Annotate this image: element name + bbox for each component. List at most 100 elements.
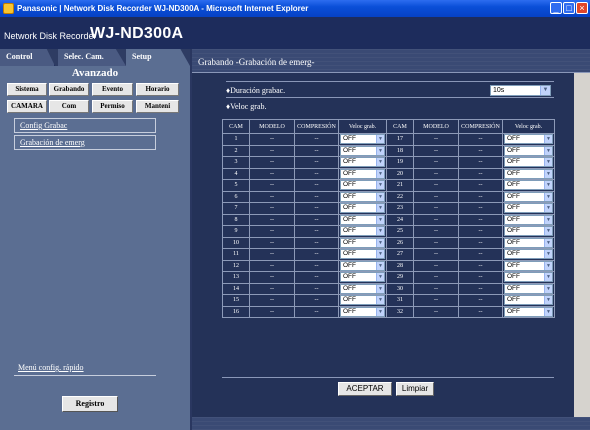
- quick-setup-link[interactable]: Menú config. rápido: [18, 363, 84, 372]
- rate-select[interactable]: OFF ▼: [504, 260, 553, 271]
- rate-select[interactable]: OFF ▼: [340, 168, 385, 179]
- rate-select[interactable]: OFF ▼: [504, 180, 553, 191]
- rate-select[interactable]: OFF ▼: [340, 214, 385, 225]
- rate-select[interactable]: OFF ▼: [340, 295, 385, 306]
- rate-select[interactable]: OFF ▼: [504, 283, 553, 294]
- rate-select[interactable]: OFF ▼: [504, 306, 553, 317]
- nav-button-camara[interactable]: CAMARA: [7, 100, 47, 113]
- clear-button[interactable]: Limpiar: [396, 382, 434, 396]
- rate-select[interactable]: OFF ▼: [340, 157, 385, 168]
- rate-value: OFF: [343, 169, 356, 177]
- rate-value: OFF: [507, 135, 520, 143]
- compression-cell: --: [294, 294, 339, 307]
- chevron-down-icon: ▼: [544, 169, 552, 178]
- nav-button-permiso[interactable]: Permiso: [92, 100, 133, 113]
- rate-cell: OFF ▼: [338, 225, 387, 238]
- nav-button-sistema[interactable]: Sistema: [7, 83, 47, 96]
- rate-select[interactable]: OFF ▼: [504, 168, 553, 179]
- submenu-config-grabac[interactable]: Config Grabac: [14, 118, 156, 133]
- rate-value: OFF: [343, 227, 356, 235]
- chevron-down-icon: ▼: [376, 284, 384, 293]
- accept-button[interactable]: ACEPTAR: [338, 382, 392, 396]
- nav-button-grabando[interactable]: Grabando: [49, 83, 89, 96]
- rate-cell: OFF ▼: [502, 202, 555, 215]
- window-title-bar: Panasonic | Network Disk Recorder WJ-ND3…: [0, 0, 590, 17]
- compression-cell: --: [458, 167, 503, 180]
- compression-cell: --: [294, 133, 339, 146]
- table-row: 12 -- -- OFF ▼ 28 -- -- OFF ▼: [222, 259, 555, 272]
- column-header: COMPRESIÓN: [294, 119, 339, 134]
- rate-cell: OFF ▼: [502, 271, 555, 284]
- model-cell: --: [249, 248, 295, 261]
- rate-select[interactable]: OFF ▼: [340, 191, 385, 202]
- cam-number: 7: [222, 202, 250, 215]
- rate-select[interactable]: OFF ▼: [504, 226, 553, 237]
- rate-select[interactable]: OFF ▼: [504, 157, 553, 168]
- rate-cell: OFF ▼: [338, 294, 387, 307]
- compression-cell: --: [458, 213, 503, 226]
- rate-select[interactable]: OFF ▼: [340, 145, 385, 156]
- nav-button-horario[interactable]: Horario: [136, 83, 179, 96]
- compression-cell: --: [294, 202, 339, 215]
- table-row: 6 -- -- OFF ▼ 22 -- -- OFF ▼: [222, 190, 555, 203]
- compression-cell: --: [294, 236, 339, 249]
- scrollbar[interactable]: [574, 73, 590, 417]
- compression-cell: --: [294, 271, 339, 284]
- rate-select[interactable]: OFF ▼: [504, 134, 553, 145]
- rate-select[interactable]: OFF ▼: [504, 237, 553, 248]
- rate-select[interactable]: OFF ▼: [504, 191, 553, 202]
- chevron-down-icon: ▼: [544, 204, 552, 213]
- cam-number: 32: [386, 305, 414, 318]
- tab-control[interactable]: Control: [0, 49, 55, 66]
- registro-button[interactable]: Registro: [62, 396, 118, 412]
- close-icon[interactable]: ×: [576, 2, 588, 14]
- nav-button-manteni[interactable]: Manteni: [136, 100, 179, 113]
- model-cell: --: [413, 179, 459, 192]
- rate-select[interactable]: OFF ▼: [340, 283, 385, 294]
- nav-button-com[interactable]: Com: [49, 100, 89, 113]
- nav-button-evento[interactable]: Evento: [92, 83, 133, 96]
- table-row: 8 -- -- OFF ▼ 24 -- -- OFF ▼: [222, 213, 555, 226]
- rate-select[interactable]: OFF ▼: [504, 145, 553, 156]
- rate-cell: OFF ▼: [338, 305, 387, 318]
- rate-select[interactable]: OFF ▼: [504, 203, 553, 214]
- table-row: 4 -- -- OFF ▼ 20 -- -- OFF ▼: [222, 167, 555, 180]
- rate-select[interactable]: OFF ▼: [504, 249, 553, 260]
- rate-select[interactable]: OFF ▼: [340, 134, 385, 145]
- rate-cell: OFF ▼: [502, 282, 555, 295]
- table-row: 13 -- -- OFF ▼ 29 -- -- OFF ▼: [222, 271, 555, 284]
- model-cell: --: [413, 144, 459, 157]
- tab-select-camera[interactable]: Selec. Cam.: [58, 49, 126, 66]
- model-cell: --: [249, 305, 295, 318]
- rate-cell: OFF ▼: [502, 190, 555, 203]
- rate-value: OFF: [507, 181, 520, 189]
- cam-number: 24: [386, 213, 414, 226]
- submenu-grabacion-emerg[interactable]: Grabación de emerg: [14, 135, 156, 150]
- table-row: 3 -- -- OFF ▼ 19 -- -- OFF ▼: [222, 156, 555, 169]
- rate-value: OFF: [507, 204, 520, 212]
- chevron-down-icon: ▼: [544, 307, 552, 316]
- rate-cell: OFF ▼: [338, 271, 387, 284]
- rate-select[interactable]: OFF ▼: [340, 226, 385, 237]
- minimize-icon[interactable]: _: [550, 2, 562, 14]
- model-cell: --: [413, 167, 459, 180]
- maximize-icon[interactable]: □: [563, 2, 575, 14]
- rate-select[interactable]: OFF ▼: [340, 272, 385, 283]
- rate-select[interactable]: OFF ▼: [504, 272, 553, 283]
- tab-setup[interactable]: Setup: [126, 49, 190, 66]
- cam-number: 18: [386, 144, 414, 157]
- rate-select[interactable]: OFF ▼: [340, 237, 385, 248]
- rate-select[interactable]: OFF ▼: [340, 180, 385, 191]
- rate-select[interactable]: OFF ▼: [340, 306, 385, 317]
- model-cell: --: [413, 294, 459, 307]
- rate-select[interactable]: OFF ▼: [504, 214, 553, 225]
- model-cell: --: [249, 236, 295, 249]
- rate-select[interactable]: OFF ▼: [340, 260, 385, 271]
- rate-label: ♦Veloc grab.: [226, 102, 267, 111]
- duration-select[interactable]: 10s ▼: [490, 85, 551, 96]
- rate-select[interactable]: OFF ▼: [504, 295, 553, 306]
- rate-cell: OFF ▼: [502, 305, 555, 318]
- rate-select[interactable]: OFF ▼: [340, 203, 385, 214]
- rate-select[interactable]: OFF ▼: [340, 249, 385, 260]
- cam-number: 20: [386, 167, 414, 180]
